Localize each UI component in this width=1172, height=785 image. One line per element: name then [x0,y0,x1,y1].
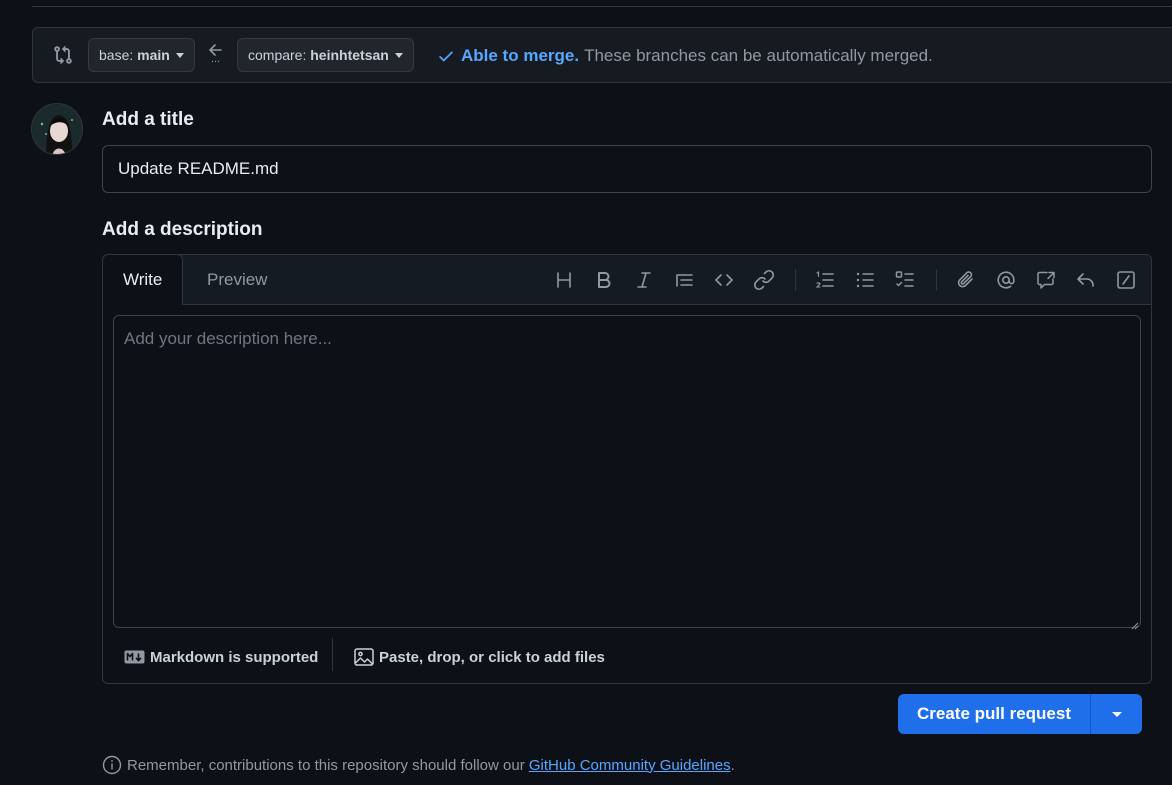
avatar-image [32,104,82,154]
compare-range-bar: base: main ... compare: heinhtetsan Able… [32,27,1172,83]
check-icon [439,51,453,62]
compare-branch-name: heinhtetsan [310,47,389,63]
caret-down-icon [394,52,403,58]
merge-status-message: These branches can be automatically merg… [584,46,933,65]
link-icon[interactable] [753,269,775,291]
base-branch-name: main [137,47,170,63]
git-compare-icon [53,45,73,65]
toolbar-divider [795,269,796,291]
caret-down-icon [175,52,184,58]
avatar[interactable] [31,103,83,155]
tab-preview[interactable]: Preview [187,255,287,305]
merge-status: Able to merge. These branches can be aut… [437,46,933,66]
toolbar-divider [936,269,937,291]
description-label: Add a description [102,219,263,240]
title-label: Add a title [102,109,194,130]
slash-commands-icon[interactable] [1115,269,1137,291]
create-options-dropdown[interactable] [1090,694,1142,734]
mention-icon[interactable] [995,269,1017,291]
tab-write[interactable]: Write [102,254,184,305]
merge-status-label: Able to merge. [461,46,580,65]
reply-icon[interactable] [1075,269,1097,291]
caret-down-icon [1111,711,1122,717]
footer-divider [332,638,333,671]
editor-footer: Markdown is supported Paste, drop, or cl… [103,637,1151,677]
markdown-icon [124,650,145,664]
add-files-button[interactable]: Paste, drop, or click to add files [354,637,605,677]
title-input[interactable] [102,145,1152,193]
attach-icon[interactable] [955,269,977,291]
markdown-support[interactable]: Markdown is supported [124,637,318,677]
community-guidelines-link[interactable]: GitHub Community Guidelines [529,757,731,774]
bulleted-list-icon[interactable] [854,269,876,291]
create-pull-request-button[interactable]: Create pull request [898,694,1090,734]
italic-icon[interactable] [633,269,655,291]
base-prefix: base: [99,47,134,63]
heading-icon[interactable] [553,269,575,291]
bold-icon[interactable] [593,269,615,291]
add-files-note: Paste, drop, or click to add files [379,648,605,666]
info-icon [102,755,122,775]
numbered-list-icon[interactable] [814,269,836,291]
markdown-note: Markdown is supported [150,648,319,666]
compare-branch-button[interactable]: compare: heinhtetsan [237,38,414,72]
top-divider [32,6,1172,7]
note-text: Remember, contributions to this reposito… [127,756,525,774]
compare-prefix: compare: [248,47,307,63]
quote-icon[interactable] [673,269,695,291]
description-editor: Write Preview Add your description here.… [102,254,1152,684]
resize-handle-icon[interactable] [1129,617,1139,630]
range-dots: ... [211,53,221,65]
code-icon[interactable] [713,269,735,291]
contribution-note: Remember, contributions to this reposito… [102,755,735,775]
task-list-icon[interactable] [894,269,916,291]
range-arrow: ... [204,40,230,74]
image-icon [354,648,374,666]
note-suffix: . [730,756,735,774]
description-textarea[interactable] [113,315,1141,628]
base-branch-button[interactable]: base: main [88,38,195,72]
cross-reference-icon[interactable] [1035,269,1057,291]
create-pr-button-group: Create pull request [898,694,1142,734]
